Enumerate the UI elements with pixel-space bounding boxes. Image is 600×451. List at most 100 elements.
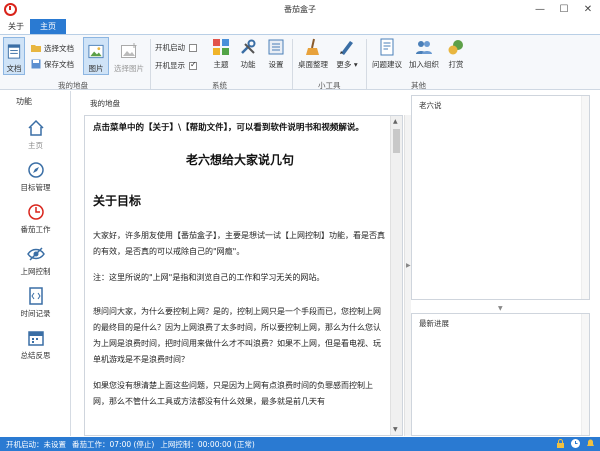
sidebar-item-net-control[interactable]: 上网控制 [0,245,71,277]
group-label-my-space: 我的地盘 [58,81,88,90]
features-label: 功能 [240,60,256,69]
calendar-icon [27,331,44,346]
panel-scrollbar[interactable] [581,314,589,435]
chevron-down-icon: ▾ [353,60,358,69]
image-button[interactable]: 图片 [83,37,109,75]
tab-about[interactable]: 关于 [6,19,26,34]
boot-status: 开机启动：未设置 [6,439,66,449]
pomodoro-status: 番茄工作：07:00 (停止) [72,439,155,449]
scroll-thumb[interactable] [393,129,400,153]
sidebar-title: 功能 [16,97,32,106]
panel-scrollbar[interactable] [581,96,589,299]
net-control-status: 上网控制：00:00:00 (正常) [160,439,255,449]
join-group-label: 加入组织 [409,60,439,69]
ribbon: 文档 选择文档 保存文档 图片 选择图片 我的地盘 开机启动 开机显示 ✓ 主题… [0,34,600,90]
status-icons [551,438,596,449]
sidebar-item-goals[interactable]: 目标管理 [0,161,71,193]
tab-home[interactable]: 主页 [30,19,66,34]
home-icon [27,119,44,136]
ribbon-separator [150,39,151,89]
sidebar-item-label: 总结反思 [20,351,51,360]
broom-icon [306,38,319,55]
paragraph: 想问问大家，为什么要控制上网？是的，控制上网只是一个手段而已，您控制上网的最终目… [93,307,381,364]
feedback-button[interactable]: 问题建议 [370,38,404,70]
document-icon [7,44,21,59]
feature-sidebar: 功能 主页 目标管理 番茄工作 上网控制 时间记录 总结反思 [0,91,71,436]
pen-ruler-icon [340,41,353,55]
title-bar: 番茄盒子 — ☐ ✕ [0,0,600,19]
save-doc-button[interactable]: 保存文档 [31,57,74,71]
doc-button[interactable]: 文档 [3,37,25,75]
sidebar-item-home[interactable]: 主页 [0,119,71,151]
image-add-icon [121,43,137,58]
group-label-system: 系统 [212,81,227,90]
ribbon-tabs: 关于 主页 [0,19,600,34]
sidebar-item-time-log[interactable]: 时间记录 [0,287,71,319]
maximize-button[interactable]: ☐ [552,0,576,19]
paragraph: 注：这里所说的"上网"是指和浏览自己的工作和学习无关的网站。 [93,273,325,282]
panel-title: 最新进展 [419,319,449,328]
splitter-arrow-icon[interactable]: ▶ [406,262,411,269]
more-tools-button[interactable]: 更多 ▾ [334,38,360,70]
laoliu-says-panel: 老六说 [411,95,590,300]
sidebar-item-label: 目标管理 [20,183,51,192]
palette-icon [213,39,229,55]
bell-icon[interactable] [585,438,596,449]
image-icon [88,44,104,59]
scroll-down-arrow-icon[interactable]: ▼ [393,426,398,433]
boot-start-toggle[interactable]: 开机启动 [155,42,197,53]
select-doc-button[interactable]: 选择文档 [31,41,74,55]
select-image-label: 选择图片 [114,64,144,73]
select-image-button[interactable]: 选择图片 [112,37,146,75]
clock-icon [27,204,44,220]
folder-icon [31,45,41,52]
boot-start-label: 开机启动 [155,43,185,52]
users-icon [416,41,432,54]
minimize-button[interactable]: — [528,0,552,19]
sidebar-item-review[interactable]: 总结反思 [0,329,71,361]
splitter-arrow-icon[interactable]: ▼ [498,305,503,312]
donate-button[interactable]: 打赏 [444,38,468,70]
sidebar-item-label: 主页 [28,141,43,150]
sidebar-item-label: 番茄工作 [20,225,51,234]
window-title: 番茄盒子 [284,5,316,14]
join-group-button[interactable]: 加入组织 [407,38,441,70]
document-title: 老六想给大家说几句 [185,153,294,167]
coins-icon [448,40,463,55]
document-viewer[interactable]: 点击菜单中的【关于】\【帮助文件】，可以看到软件说明书和视频解说。 老六想给大家… [84,115,403,436]
settings-button[interactable]: 设置 [264,38,288,70]
tools-icon [241,39,256,54]
boot-start-checkbox[interactable] [189,43,197,52]
clock-icon[interactable] [570,438,581,449]
sidebar-item-label: 时间记录 [20,309,51,318]
latest-progress-panel: 最新进展 [411,313,590,436]
eye-off-icon [26,247,45,261]
scroll-up-arrow-icon[interactable]: ▲ [393,118,398,125]
boot-show-label: 开机显示 [155,61,185,70]
help-notice: 点击菜单中的【关于】\【帮助文件】，可以看到软件说明书和视频解说。 [93,123,364,133]
status-bar: 开机启动：未设置 番茄工作：07:00 (停止) 上网控制：00:00:00 (… [0,437,600,451]
feedback-icon [380,38,394,56]
theme-button[interactable]: 主题 [210,38,232,70]
my-space-header: 我的地盘 [90,99,120,108]
section-heading: 关于目标 [93,194,142,208]
close-button[interactable]: ✕ [576,0,600,19]
document-scrollbar[interactable]: ▲ ▼ [390,116,402,435]
boot-show-checkbox[interactable] [189,60,197,70]
features-button[interactable]: 功能 [237,38,259,70]
lock-icon[interactable] [555,438,566,449]
settings-icon [268,39,284,55]
desktop-clean-label: 桌面整理 [298,60,328,69]
sidebar-item-pomodoro[interactable]: 番茄工作 [0,203,71,235]
group-label-other: 其他 [411,81,426,90]
desktop-clean-button[interactable]: 桌面整理 [296,38,330,70]
sidebar-item-label: 上网控制 [20,267,51,276]
compass-icon [27,162,44,178]
boot-show-toggle[interactable]: 开机显示 [155,60,197,71]
more-tools-label: 更多 ▾ [336,60,358,69]
panel-title: 老六说 [419,101,442,110]
settings-label: 设置 [268,60,284,69]
vertical-splitter[interactable]: ▶ [404,115,411,436]
doc-button-label: 文档 [6,64,22,73]
paragraph: 如果您没有想清楚上面这些问题，只是因为上网有点浪费时间的负罪感而控制上网，那么不… [93,381,373,406]
